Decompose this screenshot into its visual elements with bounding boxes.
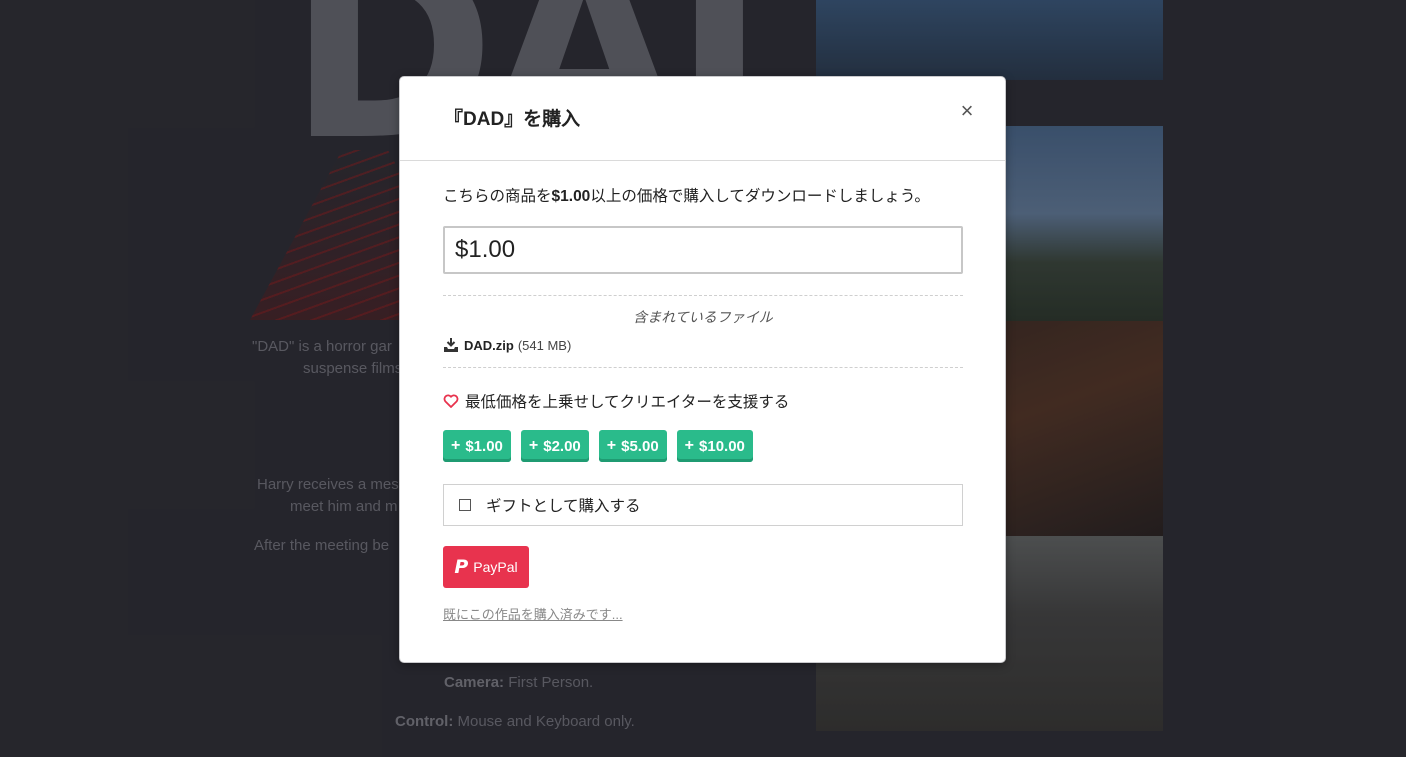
plus-icon: + (684, 437, 695, 454)
intro-prefix: こちらの商品を (443, 188, 552, 205)
file-size: (541 MB) (517, 337, 572, 353)
heart-icon (443, 394, 459, 408)
already-purchased-link[interactable]: 既にこの作品を購入済みです... (443, 604, 623, 623)
dialog-body: こちらの商品を$1.00以上の価格で購入してダウンロードしましょう。 含まれてい… (400, 161, 1005, 624)
intro-suffix: 以上の価格で購入してダウンロードしましょう。 (590, 188, 930, 205)
file-item: DAD.zip (541 MB) (443, 337, 571, 353)
paypal-button[interactable]: P PayPal (443, 546, 529, 588)
tip-amount: $2.00 (543, 437, 581, 455)
file-name: DAD.zip (464, 337, 514, 353)
support-text: 最低価格を上乗せしてクリエイターを支援する (465, 394, 790, 411)
included-files: 含まれているファイル DAD.zip (541 MB) (443, 295, 963, 368)
support-creator-row: 最低価格を上乗せしてクリエイターを支援する (443, 390, 962, 412)
dialog-title: 『DAD』を購入 (444, 109, 581, 130)
purchase-dialog: 『DAD』を購入 × こちらの商品を$1.00以上の価格で購入してダウンロードし… (400, 77, 1005, 662)
price-input[interactable] (443, 226, 963, 274)
download-icon (444, 338, 458, 352)
add-2-button[interactable]: + $2.00 (520, 430, 589, 462)
paypal-label: PayPal (473, 559, 518, 575)
price-instructions: こちらの商品を$1.00以上の価格で購入してダウンロードしましょう。 (443, 161, 962, 206)
tip-amount: $10.00 (699, 437, 745, 455)
plus-icon: + (451, 437, 461, 454)
tip-amount: $1.00 (465, 437, 503, 455)
tip-buttons: + $1.00 + $2.00 + $5.00 + $10.00 (443, 430, 962, 462)
gift-label: ギフトとして購入する (486, 498, 641, 515)
add-5-button[interactable]: + $5.00 (598, 430, 667, 462)
tip-amount: $5.00 (621, 437, 659, 455)
gift-option[interactable]: ギフトとして購入する (443, 484, 963, 526)
paypal-icon: P (454, 556, 469, 578)
add-1-button[interactable]: + $1.00 (443, 430, 511, 462)
files-heading: 含まれているファイル (633, 309, 773, 325)
close-button[interactable]: × (957, 99, 977, 123)
plus-icon: + (528, 437, 539, 454)
minimum-price: $1.00 (551, 188, 591, 205)
dialog-header: 『DAD』を購入 × (400, 77, 1005, 161)
gift-checkbox[interactable] (459, 499, 471, 511)
close-icon: × (960, 98, 974, 123)
add-10-button[interactable]: + $10.00 (676, 430, 753, 462)
plus-icon: + (606, 437, 617, 454)
